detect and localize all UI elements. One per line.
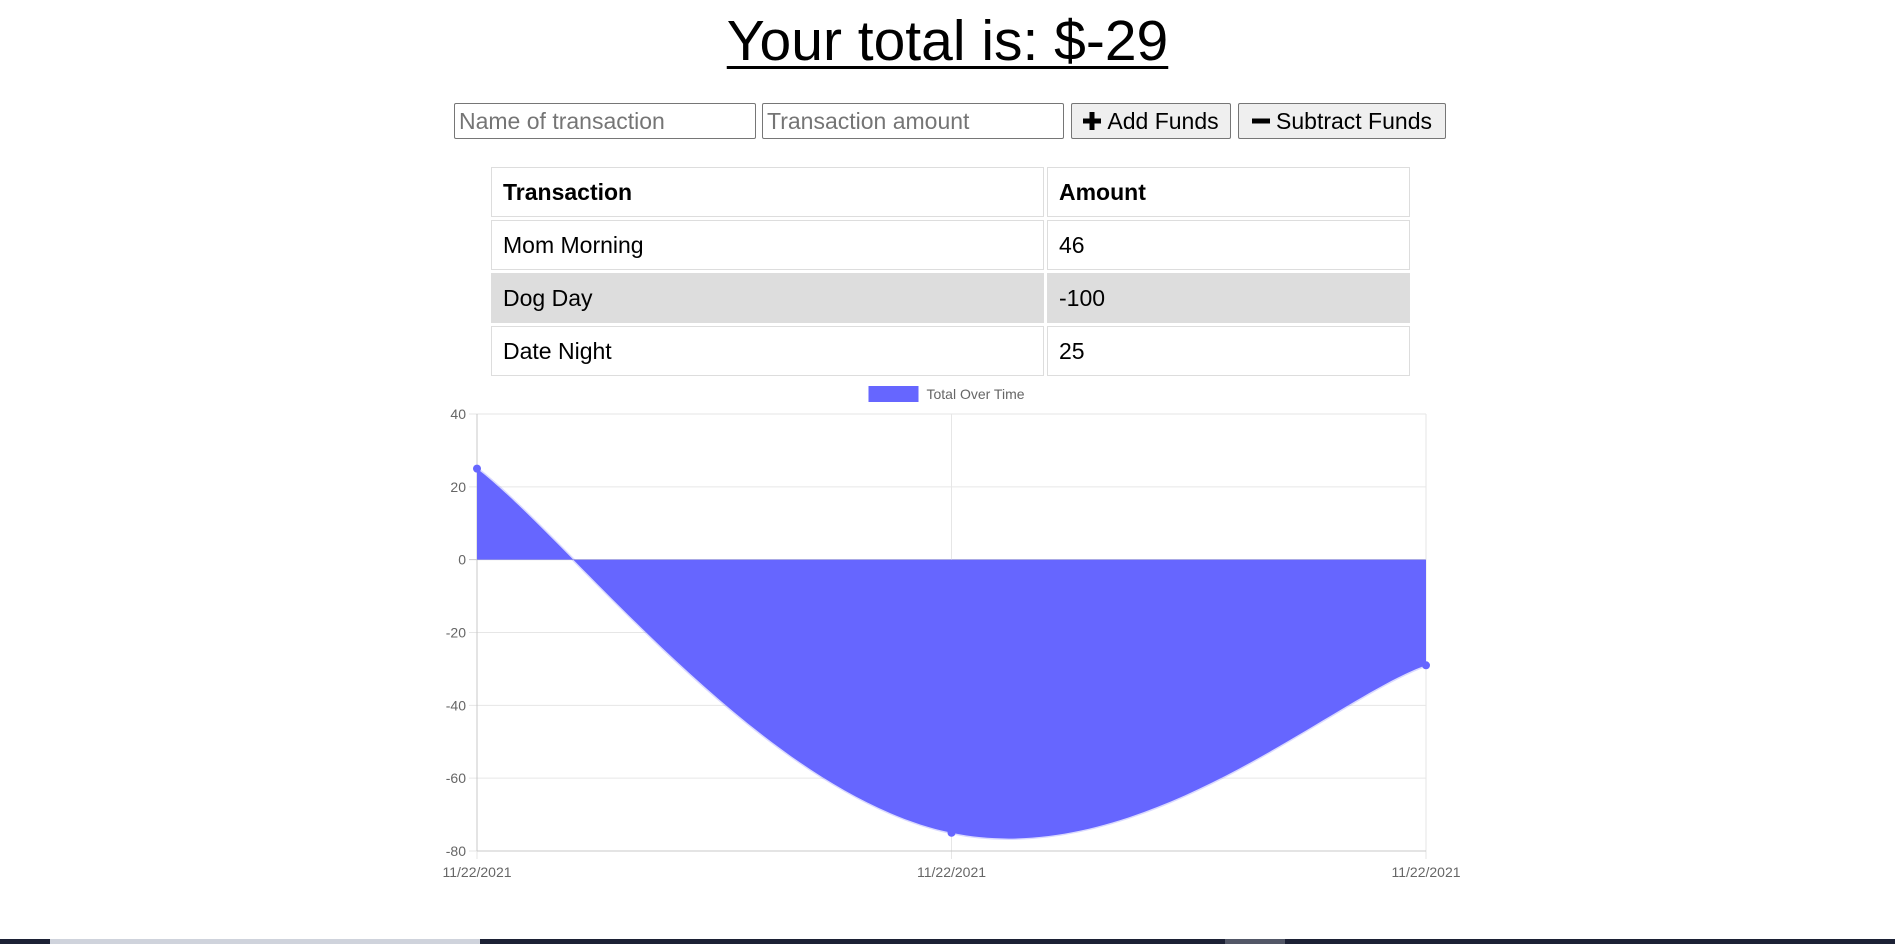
table-header-row: Transaction Amount	[491, 167, 1410, 217]
table-row: Dog Day -100	[491, 273, 1410, 323]
table-row: Date Night 25	[491, 326, 1410, 376]
transaction-amount-cell: 25	[1047, 326, 1410, 376]
y-tick-label: 0	[458, 552, 466, 568]
table-row: Mom Morning 46	[491, 220, 1410, 270]
transaction-name-cell: Dog Day	[491, 273, 1044, 323]
data-point	[473, 464, 481, 473]
add-funds-label: Add Funds	[1107, 107, 1219, 134]
taskbar-segment	[1225, 939, 1285, 944]
taskbar-segment	[50, 939, 480, 944]
transaction-amount-input[interactable]	[762, 103, 1064, 139]
transactions-table: Transaction Amount Mom Morning 46 Dog Da…	[488, 164, 1413, 379]
total-over-time-chart: 40 20 0 -20 -40 -60 -80 11/22/2021 11/22/2021 11/…	[430, 380, 1470, 890]
y-tick-label: -60	[446, 770, 466, 786]
data-point	[1422, 661, 1430, 670]
budget-page: Your total is: $-29 Add Funds Subtract F…	[0, 0, 1895, 944]
subtract-funds-label: Subtract Funds	[1276, 107, 1432, 134]
y-tick-label: 20	[450, 479, 466, 495]
y-tick-label: -40	[446, 697, 466, 713]
transaction-amount-cell: 46	[1047, 220, 1410, 270]
transaction-name-input[interactable]	[454, 103, 756, 139]
transaction-form: Add Funds Subtract Funds	[454, 103, 1446, 139]
y-tick-label: -20	[446, 625, 466, 641]
x-tick-label: 11/22/2021	[442, 864, 511, 880]
data-point	[947, 828, 956, 837]
y-tick-label: -80	[446, 843, 466, 859]
add-funds-button[interactable]: Add Funds	[1071, 103, 1231, 139]
total-heading: Your total is: $-29	[726, 9, 1169, 73]
header-amount: Amount	[1047, 167, 1410, 217]
transaction-name-cell: Mom Morning	[491, 220, 1044, 270]
transaction-name-cell: Date Night	[491, 326, 1044, 376]
minus-icon	[1252, 108, 1271, 134]
legend-swatch	[868, 386, 919, 402]
transaction-amount-cell: -100	[1047, 273, 1410, 323]
x-tick-label: 11/22/2021	[1391, 864, 1460, 880]
legend-label: Total Over Time	[927, 386, 1025, 402]
plus-icon	[1083, 108, 1102, 134]
bottom-taskbar-strip	[0, 939, 1895, 944]
x-tick-label: 11/22/2021	[917, 864, 986, 880]
chart-svg: 40 20 0 -20 -40 -60 -80 11/22/2021 11/22/2021 11/…	[442, 386, 1461, 880]
header-transaction: Transaction	[491, 167, 1044, 217]
y-tick-label: 40	[450, 406, 466, 422]
subtract-funds-button[interactable]: Subtract Funds	[1238, 103, 1446, 139]
